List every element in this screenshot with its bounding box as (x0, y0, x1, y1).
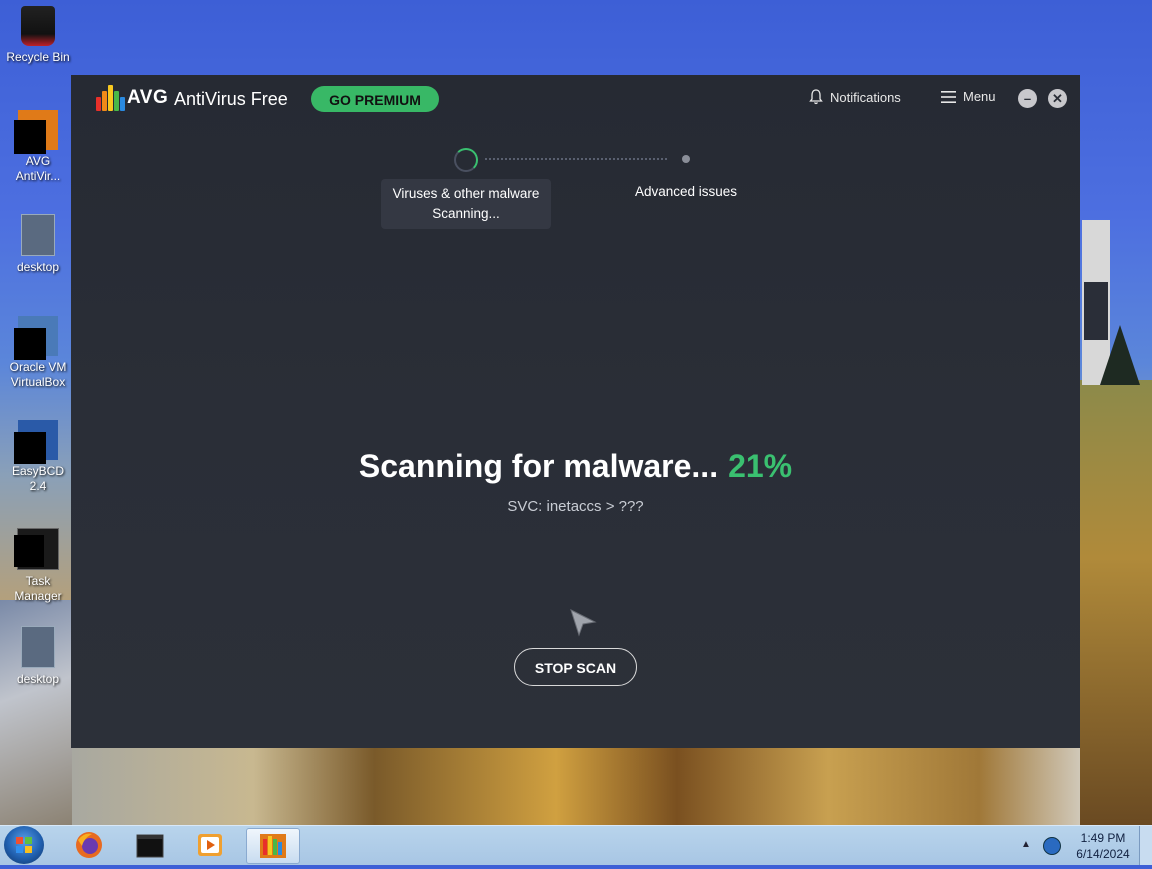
terminal-icon (136, 834, 164, 858)
desktop-icon-avg[interactable]: AVG AntiVir... (2, 110, 74, 184)
desktop-icon-task-manager[interactable]: Task Manager (2, 528, 74, 604)
notifications-button[interactable]: Notifications (809, 89, 901, 105)
media-player-icon (198, 834, 222, 856)
desktop-icon-label: Recycle Bin (6, 50, 70, 64)
close-button[interactable]: ✕ (1048, 89, 1067, 108)
app-name: AntiVirus Free (174, 89, 288, 109)
mouse-cursor-icon (570, 609, 597, 637)
document-icon (21, 214, 55, 256)
windows-logo-icon (16, 837, 32, 853)
avg-icon (14, 110, 58, 154)
step-connector (485, 158, 667, 160)
taskbar: ▲ 1:49 PM 6/14/2024 (0, 825, 1152, 865)
clock[interactable]: 1:49 PM 6/14/2024 (1068, 830, 1138, 862)
avg-window: AVG AntiVirus Free GO PREMIUM Notificati… (71, 75, 1080, 748)
clock-date: 6/14/2024 (1076, 847, 1130, 861)
desktop-icon-label: EasyBCD 2.4 (11, 464, 64, 493)
network-icon[interactable] (1043, 837, 1061, 855)
taskbar-media-player[interactable] (184, 828, 236, 862)
wallpaper-tree (1100, 325, 1140, 385)
hamburger-icon (941, 90, 956, 103)
spinner-icon (454, 148, 478, 172)
step-status: Scanning... (432, 206, 500, 221)
desktop-icon-desktop-1[interactable]: desktop (2, 214, 74, 275)
virtualbox-icon (14, 316, 58, 360)
start-button[interactable] (4, 826, 44, 864)
firefox-icon (76, 832, 102, 858)
menu-label: Menu (963, 89, 996, 104)
step-advanced-issues: Advanced issues (634, 184, 738, 199)
clock-time: 1:49 PM (1080, 831, 1126, 845)
step-dot-icon (682, 155, 690, 163)
step-viruses-malware: Viruses & other malware Scanning... (381, 179, 551, 229)
desktop-icon-easybcd[interactable]: EasyBCD 2.4 (2, 420, 74, 494)
desktop-icon-virtualbox[interactable]: Oracle VM VirtualBox (2, 316, 74, 390)
desktop-icon-label: AVG AntiVir... (15, 154, 61, 183)
show-desktop-button[interactable] (1139, 826, 1152, 865)
bell-icon (809, 89, 823, 105)
stop-scan-button[interactable]: STOP SCAN (514, 648, 637, 686)
desktop-icon-label: desktop (16, 260, 60, 274)
tray-show-hidden-icons[interactable]: ▲ (1021, 839, 1031, 850)
wallpaper-hill (1080, 380, 1152, 825)
recycle-bin-icon (21, 6, 55, 46)
avg-logo-icon (96, 85, 126, 111)
desktop-icon-label: Oracle VM VirtualBox (9, 360, 67, 389)
title-bar[interactable]: AVG AntiVirus Free GO PREMIUM Notificati… (71, 75, 1080, 123)
desktop-icon-label: Task Manager (14, 574, 62, 603)
desktop-icon-desktop-2[interactable]: desktop (2, 626, 74, 687)
avg-icon (260, 834, 286, 858)
desktop-icon-label: desktop (16, 672, 60, 686)
scan-percent: 21% (728, 448, 793, 484)
go-premium-button[interactable]: GO PREMIUM (311, 86, 439, 112)
minimize-button[interactable]: – (1018, 89, 1037, 108)
brand-text: AVG (127, 87, 169, 108)
taskbar-avg[interactable] (246, 828, 300, 864)
task-manager-icon (14, 528, 59, 570)
easybcd-icon (14, 420, 58, 464)
wallpaper-foreground (72, 748, 1080, 825)
scan-headline: Scanning for malware... 21% (71, 448, 1080, 485)
scan-current-item: SVC: inetaccs > ??? (507, 498, 644, 515)
taskbar-firefox[interactable] (63, 828, 115, 862)
menu-button[interactable]: Menu (941, 89, 996, 104)
scan-title: Scanning for malware... (358, 448, 719, 484)
notifications-label: Notifications (830, 89, 901, 105)
desktop-icon-recycle-bin[interactable]: Recycle Bin (2, 6, 74, 65)
taskbar-terminal[interactable] (124, 828, 176, 862)
document-icon (21, 626, 55, 668)
step-title: Viruses & other malware (392, 186, 540, 201)
